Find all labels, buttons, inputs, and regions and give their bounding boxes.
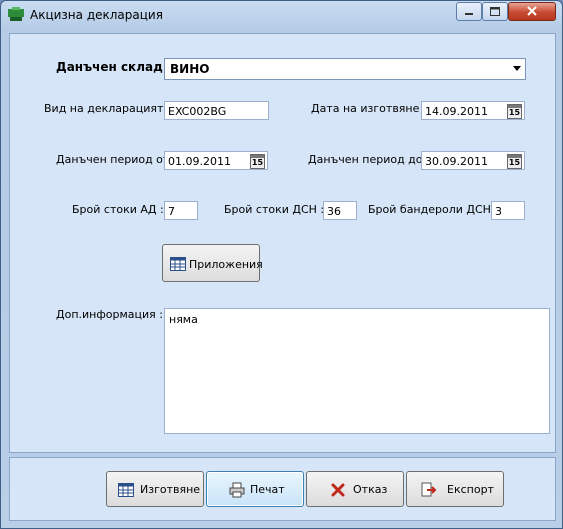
warehouse-label: Данъчен склад : [56,60,172,74]
goods-ad-value: 7 [168,205,175,218]
minimize-icon [465,13,473,15]
cancel-button[interactable]: Отказ [306,471,404,507]
period-to-input[interactable]: 30.09.2011 15 [421,151,525,170]
close-x-icon [331,483,345,497]
button-bar: Изготвяне Печат Отказ Експорт [9,457,556,521]
title-bar: Акцизна декларация [1,1,562,29]
additional-info-label: Доп.информация : [56,308,163,321]
period-from-input[interactable]: 01.09.2011 15 [164,151,268,170]
table-icon [170,257,186,271]
minimize-button[interactable] [456,2,482,21]
printer-icon [229,482,245,498]
export-button[interactable]: Експорт [406,471,504,507]
maximize-button[interactable] [482,2,508,21]
calendar-icon[interactable]: 15 [507,154,522,169]
banderols-dsn-label: Брой бандероли ДСН : [368,203,499,216]
warehouse-value: ВИНО [170,62,210,76]
period-from-value: 01.09.2011 [168,155,231,168]
calendar-icon[interactable]: 15 [250,154,265,169]
close-icon [527,6,537,16]
goods-ad-label: Брой стоки АД : [72,203,164,216]
period-to-label: Данъчен период до : [308,153,430,166]
declaration-type-value: EXC002BG [168,105,227,118]
goods-dsn-input[interactable]: 36 [323,201,357,220]
additional-info-value: няма [169,313,198,326]
declaration-type-label: Вид на декларацията : [44,102,178,115]
declaration-window: Акцизна декларация Данъчен склад : ВИНО … [0,0,563,529]
generate-button[interactable]: Изготвяне [106,471,204,507]
export-label: Експорт [447,483,494,496]
goods-dsn-label: Брой стоки ДСН : [224,203,325,216]
close-button[interactable] [508,2,556,21]
print-button[interactable]: Печат [206,471,304,507]
warehouse-select[interactable]: ВИНО [164,58,526,80]
form-panel: Данъчен склад : ВИНО Вид на декларацията… [9,33,556,453]
date-created-label: Дата на изготвяне : [311,102,427,115]
banderols-dsn-input[interactable]: 3 [491,201,525,220]
cancel-label: Отказ [353,483,388,496]
period-from-label: Данъчен период от : [56,153,177,166]
date-created-value: 14.09.2011 [425,105,488,118]
print-label: Печат [250,483,285,496]
generate-label: Изготвяне [140,483,201,496]
chevron-down-icon[interactable] [513,66,521,71]
app-icon [8,7,24,21]
banderols-dsn-value: 3 [495,205,502,218]
attachments-label: Приложения [189,258,263,271]
additional-info-textarea[interactable]: няма [164,308,550,434]
goods-ad-input[interactable]: 7 [164,201,198,220]
maximize-icon [490,7,500,16]
table-icon [118,483,134,497]
export-icon [421,482,437,497]
attachments-button[interactable]: Приложения [162,244,263,282]
period-to-value: 30.09.2011 [425,155,488,168]
declaration-type-input[interactable]: EXC002BG [164,101,269,120]
goods-dsn-value: 36 [327,205,341,218]
date-created-input[interactable]: 14.09.2011 15 [421,101,525,120]
window-title: Акцизна декларация [30,8,163,22]
calendar-icon[interactable]: 15 [507,104,522,119]
